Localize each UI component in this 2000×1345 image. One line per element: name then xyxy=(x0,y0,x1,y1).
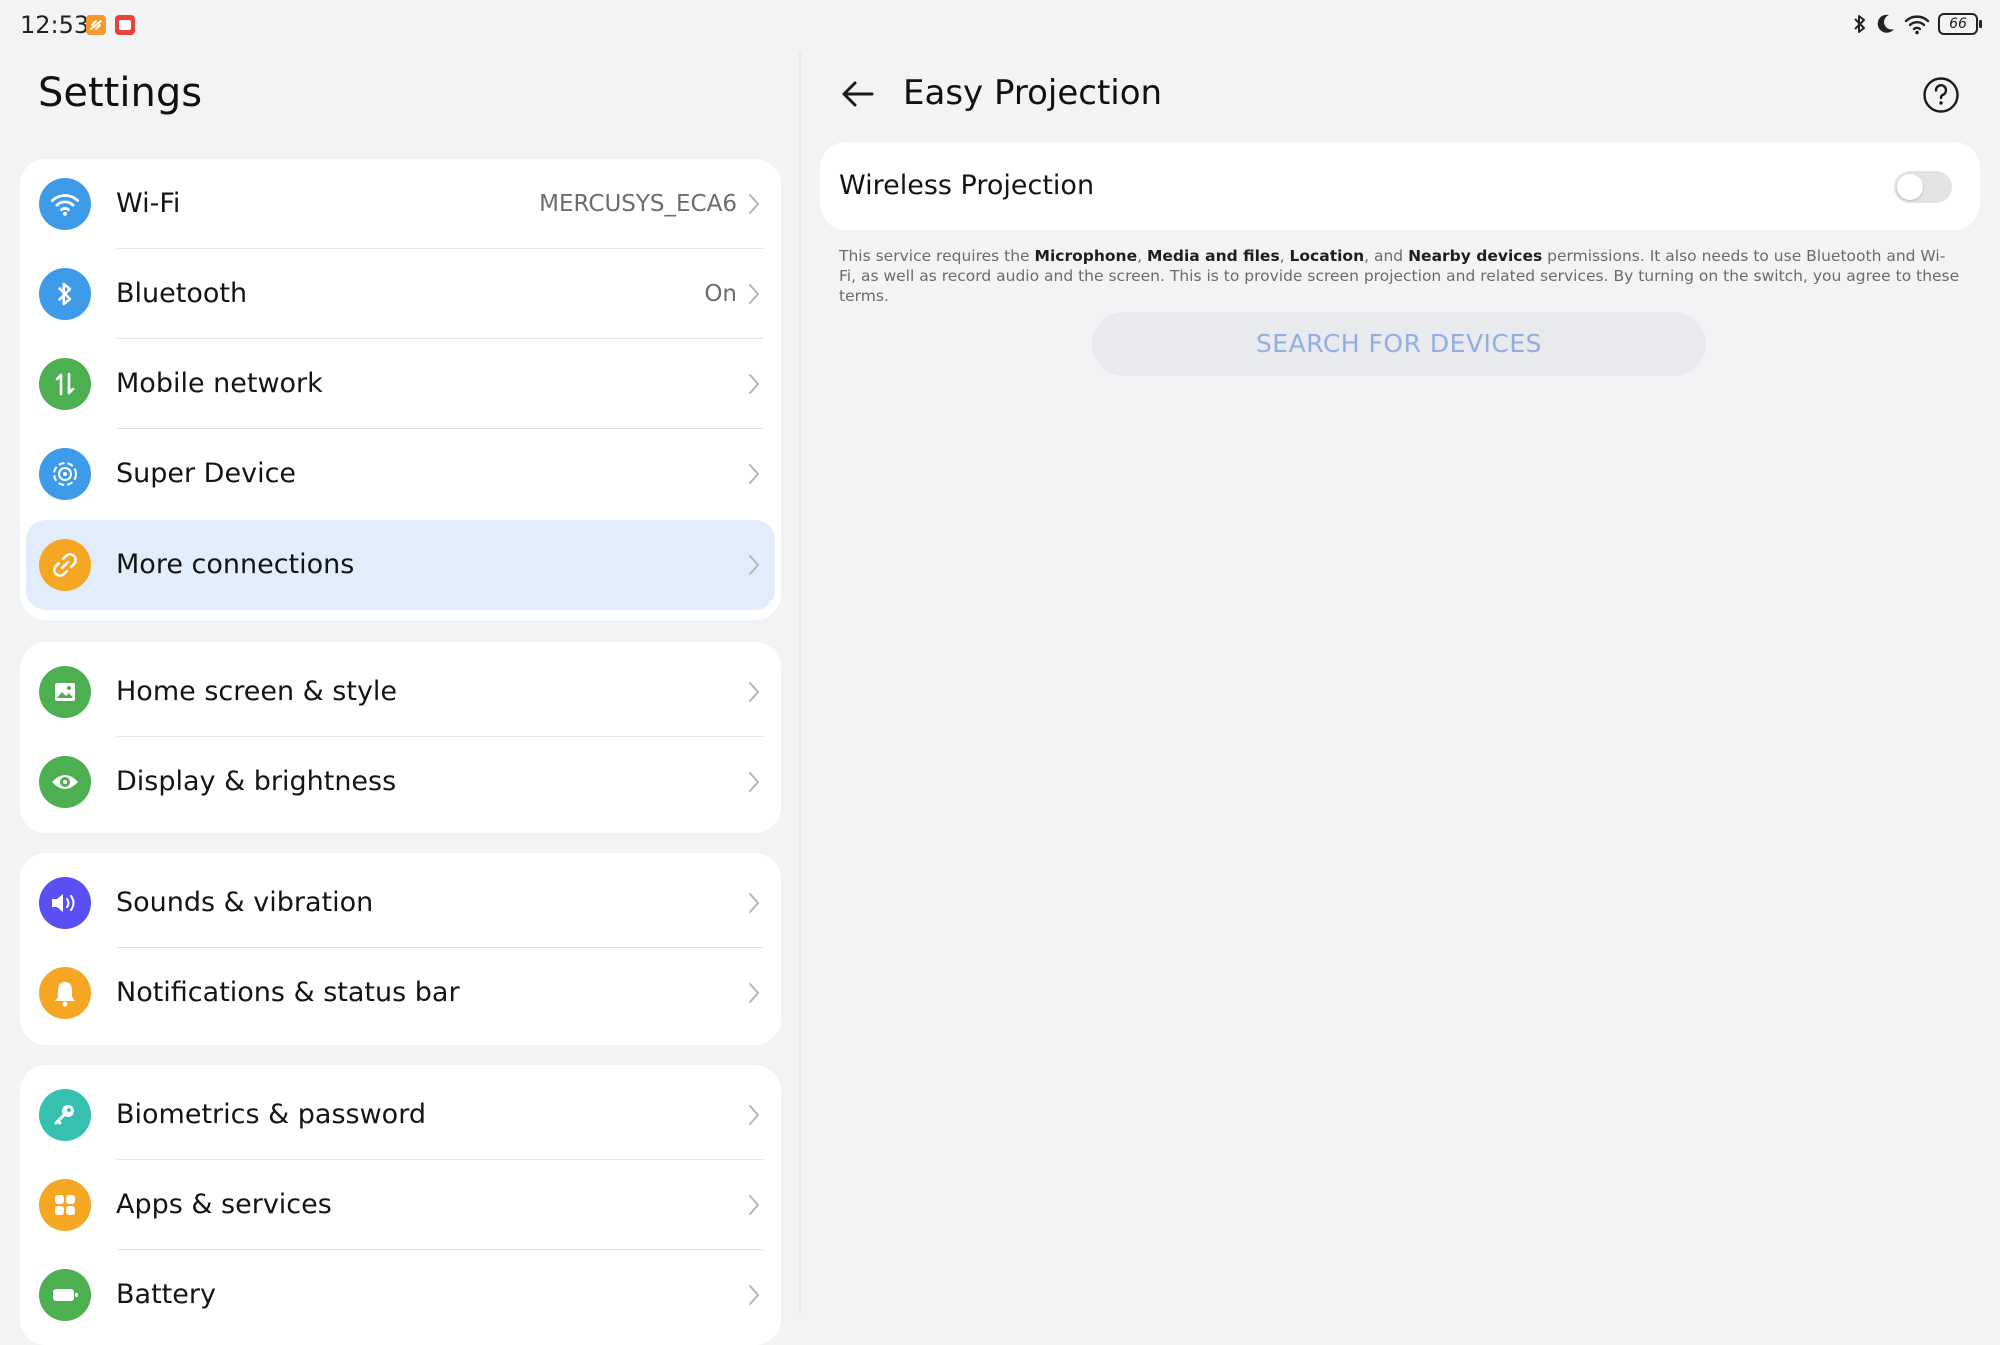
eye-icon xyxy=(39,756,91,808)
system-icons: 66 xyxy=(1852,12,1982,36)
image-icon xyxy=(39,666,91,718)
chevron-right-icon xyxy=(749,772,759,792)
permission-location: Location xyxy=(1289,247,1365,265)
search-for-devices-button[interactable]: SEARCH FOR DEVICES xyxy=(1092,312,1706,376)
chevron-right-icon xyxy=(749,1195,759,1215)
key-icon xyxy=(39,1089,91,1141)
settings-item-display-brightness[interactable]: Display & brightness xyxy=(20,737,781,827)
settings-item-label: Super Device xyxy=(116,458,297,489)
settings-item-label: Battery xyxy=(116,1279,216,1310)
chevron-right-icon xyxy=(749,555,759,575)
wifi-icon xyxy=(39,178,91,230)
settings-item-wifi[interactable]: Wi-Fi MERCUSYS_ECA6 xyxy=(20,159,781,249)
super-device-icon xyxy=(39,448,91,500)
settings-group-connections: Wi-Fi MERCUSYS_ECA6 Bluetooth On Mobile … xyxy=(20,159,781,620)
chevron-right-icon xyxy=(749,374,759,394)
disclaimer-text: , xyxy=(1137,247,1147,265)
bluetooth-icon xyxy=(1854,15,1865,33)
settings-item-label: Apps & services xyxy=(116,1189,332,1220)
speaker-icon xyxy=(39,877,91,929)
settings-group-sound-notif: Sounds & vibration Notifications & statu… xyxy=(20,853,781,1045)
disclaimer-text: This service requires the xyxy=(839,247,1035,265)
red-app-icon xyxy=(115,15,135,35)
bell-icon xyxy=(39,967,91,1019)
disclaimer-text: , xyxy=(1279,247,1290,265)
settings-group-display: Home screen & style Display & brightness xyxy=(20,642,781,833)
settings-item-value: MERCUSYS_ECA6 xyxy=(539,191,737,217)
status-time: 12:53 xyxy=(20,11,90,39)
settings-item-bluetooth[interactable]: Bluetooth On xyxy=(20,249,781,339)
permission-microphone: Microphone xyxy=(1034,247,1138,265)
settings-item-biometrics[interactable]: Biometrics & password xyxy=(20,1070,781,1160)
moon-icon xyxy=(1877,14,1894,33)
page-title: Easy Projection xyxy=(903,73,1163,113)
settings-item-label: Display & brightness xyxy=(116,766,397,797)
chevron-right-icon xyxy=(749,1285,759,1305)
settings-item-super-device[interactable]: Super Device xyxy=(20,429,781,519)
settings-item-apps[interactable]: Apps & services xyxy=(20,1160,781,1250)
settings-title: Settings xyxy=(38,70,203,116)
settings-item-battery[interactable]: Battery xyxy=(20,1250,781,1340)
chevron-right-icon xyxy=(749,983,759,1003)
settings-item-notifications[interactable]: Notifications & status bar xyxy=(20,948,781,1038)
chevron-right-icon xyxy=(749,464,759,484)
wireless-projection-label: Wireless Projection xyxy=(839,170,1095,201)
chevron-right-icon xyxy=(749,284,759,304)
help-icon[interactable] xyxy=(1922,76,1960,114)
settings-group-security: Biometrics & password Apps & services Ba… xyxy=(20,1065,781,1345)
orange-app-icon xyxy=(86,15,106,35)
chevron-right-icon xyxy=(749,194,759,214)
wireless-projection-toggle[interactable] xyxy=(1894,171,1952,203)
permissions-disclaimer: This service requires the Microphone, Me… xyxy=(839,246,1961,306)
settings-item-more-connections[interactable]: More connections xyxy=(26,520,775,610)
settings-item-label: Biometrics & password xyxy=(116,1099,426,1130)
battery-icon xyxy=(39,1269,91,1321)
settings-item-mobile-network[interactable]: Mobile network xyxy=(20,339,781,429)
bluetooth-icon xyxy=(39,268,91,320)
settings-item-label: Wi-Fi xyxy=(116,188,181,219)
battery-indicator: 66 xyxy=(1938,13,1982,35)
pane-divider xyxy=(799,52,801,1314)
chevron-right-icon xyxy=(749,1105,759,1125)
settings-item-label: Sounds & vibration xyxy=(116,887,374,918)
settings-item-value: On xyxy=(704,281,737,307)
link-icon xyxy=(39,539,91,591)
status-bar: 12:53 66 xyxy=(0,0,2000,52)
apps-icon xyxy=(39,1179,91,1231)
settings-item-label: Home screen & style xyxy=(116,676,398,707)
disclaimer-text: , and xyxy=(1364,247,1409,265)
settings-item-label: More connections xyxy=(116,549,355,580)
permission-media-files: Media and files xyxy=(1146,247,1280,265)
wireless-projection-card: Wireless Projection xyxy=(820,142,1980,230)
settings-item-label: Bluetooth xyxy=(116,278,248,309)
settings-item-label: Notifications & status bar xyxy=(116,977,460,1008)
settings-item-sounds[interactable]: Sounds & vibration xyxy=(20,858,781,948)
settings-item-label: Mobile network xyxy=(116,368,323,399)
back-arrow-icon[interactable] xyxy=(838,74,878,114)
chevron-right-icon xyxy=(749,682,759,702)
toggle-knob xyxy=(1897,174,1923,200)
wifi-icon xyxy=(1904,15,1930,35)
settings-item-home-screen[interactable]: Home screen & style xyxy=(20,647,781,737)
mobile-data-icon xyxy=(39,358,91,410)
permission-nearby-devices: Nearby devices xyxy=(1408,247,1543,265)
chevron-right-icon xyxy=(749,893,759,913)
